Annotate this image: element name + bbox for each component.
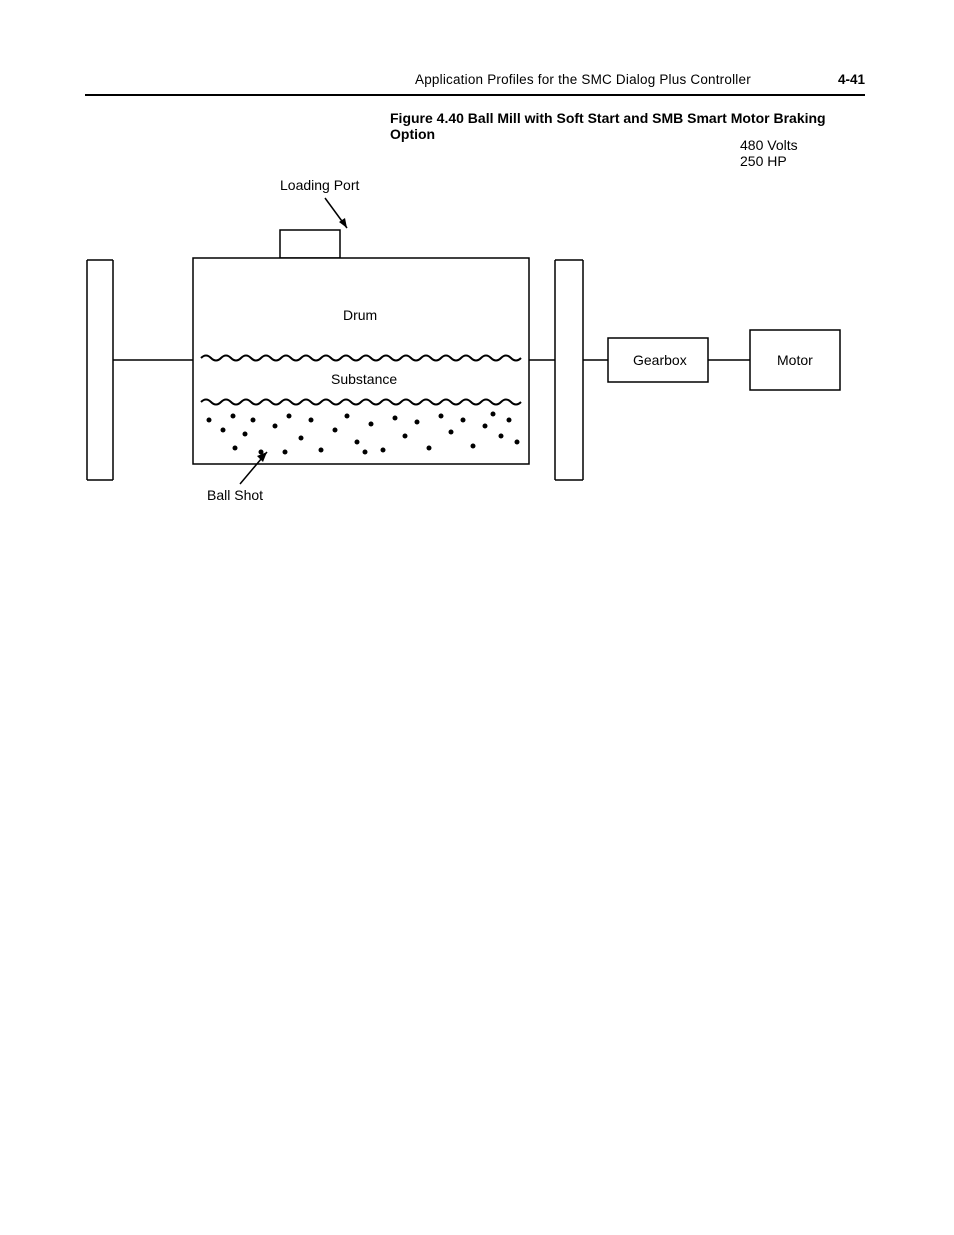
header-title: Application Profiles for the SMC Dialog … <box>415 72 751 87</box>
label-gearbox: Gearbox <box>633 352 687 368</box>
rating-hp: 250 HP <box>740 153 787 169</box>
page-number: 4-41 <box>838 72 865 87</box>
label-drum: Drum <box>343 307 377 323</box>
left-stand <box>87 260 193 480</box>
label-motor: Motor <box>777 352 813 368</box>
label-substance: Substance <box>331 371 397 387</box>
figure-diagram: 480 Volts 250 HP Loading Port <box>85 130 865 570</box>
rating-volts: 480 Volts <box>740 137 798 153</box>
page-header: Application Profiles for the SMC Dialog … <box>85 70 865 96</box>
right-stand <box>529 260 583 480</box>
label-loading-port: Loading Port <box>280 177 360 193</box>
loading-port-box <box>280 230 340 258</box>
label-ball-shot: Ball Shot <box>207 487 263 503</box>
